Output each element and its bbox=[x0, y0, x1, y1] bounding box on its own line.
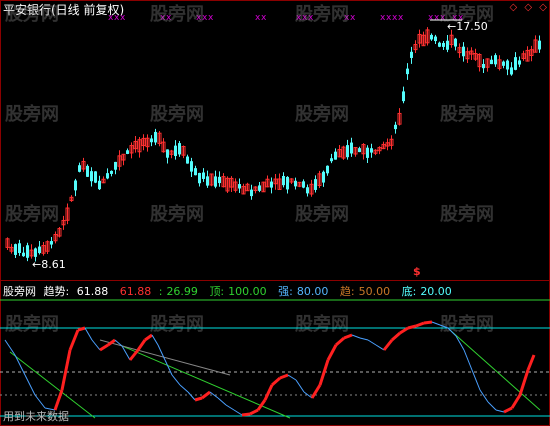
oscillator-segment bbox=[241, 412, 251, 417]
oscillator-segment bbox=[367, 339, 377, 346]
diag-trend-line bbox=[119, 344, 291, 419]
oscillator-segment bbox=[77, 326, 86, 332]
oscillator-segment bbox=[343, 333, 353, 340]
oscillator-segment bbox=[399, 326, 409, 335]
oscillator-segment bbox=[201, 390, 211, 400]
oscillator-segment bbox=[136, 339, 147, 351]
oscillator-segment bbox=[99, 343, 109, 352]
oscillator-segment bbox=[60, 349, 72, 391]
oscillator-segment bbox=[249, 408, 259, 416]
oscillator-segment bbox=[68, 329, 80, 351]
oscillator-segment bbox=[217, 397, 227, 406]
oscillator-segment bbox=[179, 384, 189, 393]
oscillator-segment bbox=[225, 404, 235, 411]
oscillator-segment bbox=[263, 384, 274, 401]
oscillator-segment bbox=[233, 409, 243, 416]
oscillator-segment bbox=[463, 349, 473, 371]
oscillator-segment bbox=[271, 376, 281, 387]
oscillator-segment bbox=[24, 374, 36, 396]
oscillator-segment bbox=[471, 369, 481, 391]
oscillator-segment bbox=[326, 344, 338, 361]
oscillator-segment bbox=[144, 333, 153, 342]
oscillator-segment bbox=[382, 339, 394, 351]
oscillator-segment bbox=[407, 324, 417, 330]
oscillator-segment bbox=[171, 374, 181, 386]
oscillator-segment bbox=[479, 389, 489, 403]
oscillator-segment bbox=[287, 374, 297, 381]
diag-trend-line bbox=[99, 339, 231, 376]
oscillator-segment bbox=[310, 384, 322, 399]
oscillator-segment bbox=[91, 339, 101, 351]
oscillator-segment bbox=[487, 401, 497, 411]
indicator-chart[interactable] bbox=[0, 0, 550, 426]
oscillator-segment bbox=[495, 409, 505, 413]
oscillator-segment bbox=[279, 373, 289, 380]
oscillator-segment bbox=[351, 334, 361, 339]
oscillator-segment bbox=[151, 334, 159, 346]
oscillator-segment bbox=[53, 389, 64, 411]
oscillator-segment bbox=[187, 391, 196, 401]
oscillator-segment bbox=[359, 337, 369, 341]
oscillator-segment bbox=[335, 336, 345, 347]
oscillator-segment bbox=[4, 339, 16, 356]
oscillator-segment bbox=[375, 344, 385, 351]
oscillator-segment bbox=[34, 394, 46, 409]
oscillator-segment bbox=[455, 335, 465, 351]
oscillator-segment bbox=[295, 379, 305, 393]
oscillator-segment bbox=[415, 321, 425, 328]
oscillator-segment bbox=[431, 321, 441, 326]
oscillator-segment bbox=[518, 369, 530, 396]
oscillator-segment bbox=[423, 320, 433, 325]
oscillator-segment bbox=[157, 344, 166, 361]
oscillator-segment bbox=[391, 331, 401, 342]
footer-watermark: 用到未来数据 bbox=[3, 410, 69, 423]
oscillator-segment bbox=[194, 396, 203, 402]
oscillator-segment bbox=[503, 406, 513, 414]
oscillator-segment bbox=[447, 327, 457, 337]
oscillator-segment bbox=[526, 354, 536, 371]
oscillator-segment bbox=[164, 359, 173, 376]
oscillator-segment bbox=[510, 394, 522, 409]
oscillator-segment bbox=[84, 327, 93, 341]
